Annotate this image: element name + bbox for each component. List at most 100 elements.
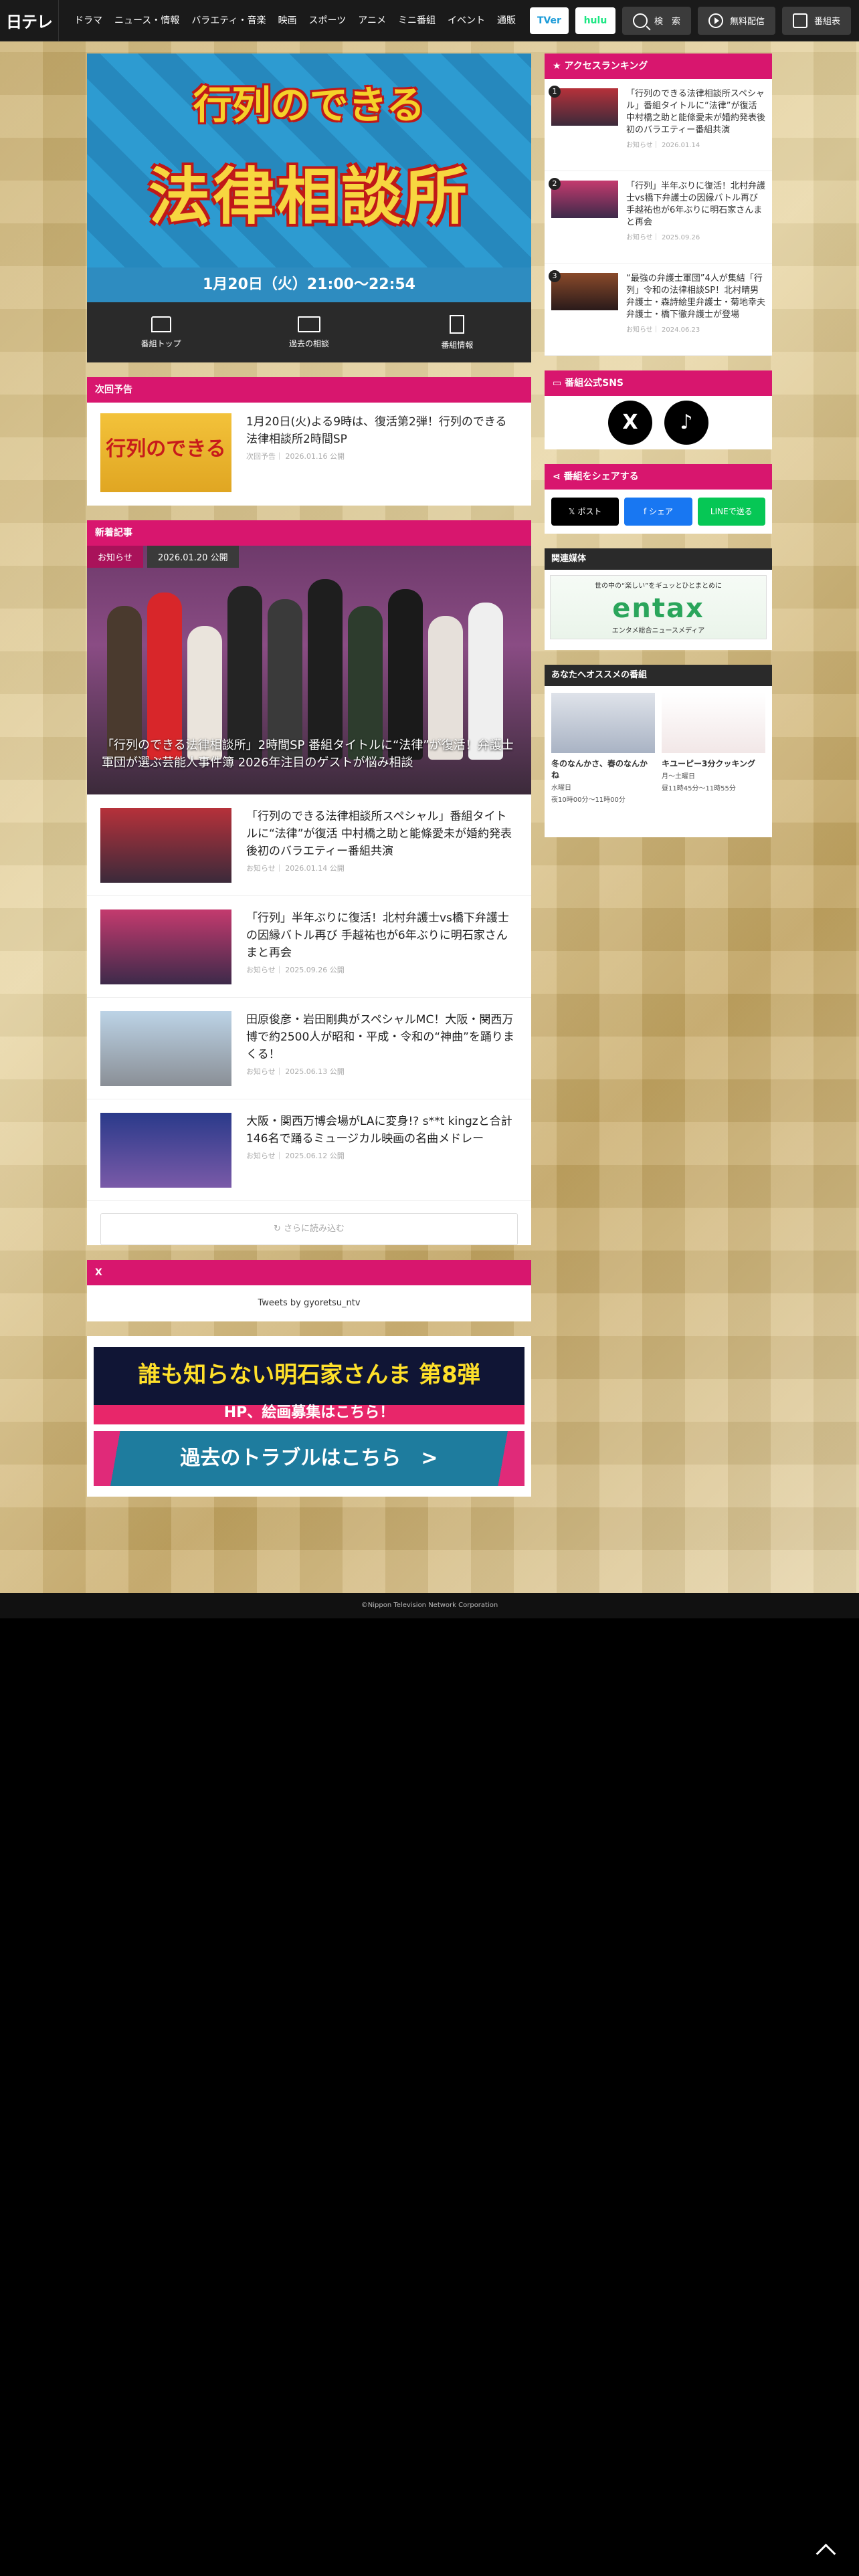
sanma-banner[interactable]: 誰も知らない明石家さんま 第8弾 HP、絵画募集はこちら！ xyxy=(94,1347,524,1424)
article-meta: お知らせ｜ 2025.09.26 公開 xyxy=(246,966,345,974)
home-icon xyxy=(151,316,171,332)
search-label: 検 索 xyxy=(654,17,680,27)
load-more-button[interactable]: ↻ さらに読み込む xyxy=(100,1213,518,1245)
photo-figure xyxy=(468,603,503,760)
featured-photo xyxy=(100,572,518,760)
photo-figure xyxy=(227,586,262,760)
nav-variety[interactable]: バラエティ・音楽 xyxy=(185,0,272,41)
article-title: 「行列のできる法律相談所スペシャル」番組タイトルに“法律”が復活 中村橋之助と能… xyxy=(246,810,512,858)
nav-drama[interactable]: ドラマ xyxy=(68,0,108,41)
featured-article[interactable]: お知らせ 2026.01.20 公開 「行列のできる法律相談所」2時間SP 番組… xyxy=(87,546,531,794)
recommend-item[interactable]: 冬のなんかさ、春のなんかね 水曜日 夜10時00分〜11時00分 xyxy=(551,693,655,831)
past-trouble-banner[interactable]: 過去のトラブルはこちら > xyxy=(94,1431,524,1486)
recommend-title: キユーピー3分クッキング xyxy=(662,759,755,768)
rank-number: 1 xyxy=(549,86,561,98)
book-icon xyxy=(297,316,320,332)
genre-nav: ドラマ ニュース・情報 バラエティ・音楽 映画 スポーツ アニメ ミニ番組 イベ… xyxy=(68,0,522,41)
hulu-button[interactable]: hulu xyxy=(575,7,615,34)
schedule-button[interactable]: 番組表 xyxy=(781,6,851,35)
facebook-share-button[interactable]: f シェア xyxy=(624,498,692,526)
share-icon: ⋖ xyxy=(553,471,561,482)
ntv-logo[interactable]: 日テレ xyxy=(0,0,59,41)
entax-caption: エンタメ総合ニュースメディア xyxy=(611,627,705,635)
nav-shopping[interactable]: 通販 xyxy=(491,0,522,41)
x-logo-icon[interactable]: X xyxy=(608,401,652,445)
line-share-button[interactable]: LINEで送る xyxy=(697,498,765,526)
recommend-title: 冬のなんかさ、春のなんかね xyxy=(551,759,648,780)
search-icon xyxy=(632,13,648,28)
article-title: 大阪・関西万博会場がLAに変身!? s**t kingzと合計146名で踊るミュ… xyxy=(246,1115,512,1146)
sns-heading: 番組公式SNS xyxy=(565,378,624,389)
nav-anime[interactable]: アニメ xyxy=(352,0,392,41)
tab-program-info[interactable]: 番組情報 xyxy=(383,302,531,362)
nav-mini[interactable]: ミニ番組 xyxy=(392,0,442,41)
tab-program-top[interactable]: 番組トップ xyxy=(87,302,235,362)
official-sns-panel: ▭ 番組公式SNS X ♪ xyxy=(545,370,772,449)
article-thumbnail xyxy=(100,1011,231,1086)
article-meta: お知らせ｜ 2026.01.14 公開 xyxy=(246,864,345,873)
rank-number: 2 xyxy=(549,178,561,190)
tver-button[interactable]: TVer xyxy=(529,7,569,34)
thumb-logo-text: 行列のできる xyxy=(106,437,226,461)
tiktok-logo-icon[interactable]: ♪ xyxy=(664,401,708,445)
article-row[interactable]: 大阪・関西万博会場がLAに変身!? s**t kingzと合計146名で踊るミュ… xyxy=(87,1099,531,1201)
recommend-thumbnail xyxy=(662,693,765,753)
search-button[interactable]: 検 索 xyxy=(622,6,691,35)
article-row[interactable]: 田原俊彦・岩田剛典がスペシャルMC！大阪・関西万博で約2500人が昭和・平成・令… xyxy=(87,998,531,1099)
panel-heading: 新着記事 xyxy=(87,520,531,546)
banner-title: 誰も知らない明石家さんま 第8弾 xyxy=(138,1362,480,1388)
recommend-time: 夜10時00分〜11時00分 xyxy=(551,796,626,804)
hero-title-main: 法律相談所 xyxy=(148,161,470,233)
ranking-meta: お知らせ｜ 2025.09.26 xyxy=(626,234,700,241)
article-meta: お知らせ｜ 2025.06.12 公開 xyxy=(246,1152,345,1160)
banner-subtitle: HP、絵画募集はこちら！ xyxy=(223,1404,395,1421)
x-timeline-link[interactable]: Tweets by gyoretsu_ntv xyxy=(87,1285,531,1321)
free-stream-button[interactable]: 無料配信 xyxy=(697,6,775,35)
panel-heading: ⋖ 番組をシェアする xyxy=(545,464,772,490)
next-episode-panel: 次回予告 行列のできる 1月20日(火)よる9時は、復活第2弾！行列のできる法律… xyxy=(87,377,531,506)
ranking-item[interactable]: 1 「行列のできる法律相談所スペシャル」番組タイトルに“法律”が復活 中村橋之助… xyxy=(545,79,772,171)
article-meta: お知らせ｜ 2025.06.13 公開 xyxy=(246,1067,345,1076)
nav-news[interactable]: ニュース・情報 xyxy=(108,0,185,41)
photo-figure xyxy=(268,599,302,760)
ranking-title: “最強の弁護士軍団”4人が集結「行列」令和の法律相談SP！北村晴男弁護士・森詩絵… xyxy=(626,274,766,320)
next-episode-meta: 次回予告｜ 2026.01.16 公開 xyxy=(246,452,345,461)
facebook-icon: f xyxy=(643,507,647,516)
article-thumbnail xyxy=(100,808,231,883)
nav-movie[interactable]: 映画 xyxy=(272,0,302,41)
x-icon: 𝕏 xyxy=(568,507,575,516)
entax-banner[interactable]: 世の中の“楽しい”をギュッとひとまとめに entax エンタメ総合ニュースメディ… xyxy=(550,575,767,639)
nav-event[interactable]: イベント xyxy=(442,0,491,41)
article-date: 2026.01.20 公開 xyxy=(147,546,239,568)
ranking-item[interactable]: 3 “最強の弁護士軍団”4人が集結「行列」令和の法律相談SP！北村晴男弁護士・森… xyxy=(545,263,772,356)
recommend-thumbnail xyxy=(551,693,655,753)
recommend-item[interactable]: キユーピー3分クッキング 月〜土曜日 昼11時45分〜11時55分 xyxy=(662,693,765,831)
related-media-panel: 関連媒体 世の中の“楽しい”をギュッとひとまとめに entax エンタメ総合ニュ… xyxy=(545,548,772,650)
panel-heading: あなたへオススメの番組 xyxy=(545,665,772,686)
article-row[interactable]: 「行列のできる法律相談所スペシャル」番組タイトルに“法律”が復活 中村橋之助と能… xyxy=(87,794,531,896)
photo-figure xyxy=(147,593,182,760)
tab-past-consults[interactable]: 過去の相談 xyxy=(235,302,383,362)
schedule-label: 番組表 xyxy=(814,17,840,27)
article-category: お知らせ xyxy=(87,546,143,568)
ranking-item[interactable]: 2 「行列」半年ぶりに復活！北村弁護士vs橋下弁護士の因縁バトル再び 手越祐也が… xyxy=(545,171,772,263)
share-heading: 番組をシェアする xyxy=(563,471,639,482)
article-row[interactable]: 「行列」半年ぶりに復活！北村弁護士vs橋下弁護士の因縁バトル再び 手越祐也が6年… xyxy=(87,896,531,998)
tab-label: 番組トップ xyxy=(140,338,181,348)
x-post-button[interactable]: 𝕏 ポスト xyxy=(551,498,619,526)
free-stream-label: 無料配信 xyxy=(729,17,765,27)
facebook-share-label: シェア xyxy=(649,507,674,516)
back-to-top-icon[interactable] xyxy=(809,2541,843,2561)
copyright: ©Nippon Television Network Corporation xyxy=(0,1593,859,1618)
recommend-day: 月〜土曜日 xyxy=(662,773,695,780)
panel-heading: ▭ 番組公式SNS xyxy=(545,370,772,396)
banner-area: 誰も知らない明石家さんま 第8弾 HP、絵画募集はこちら！ 過去のトラブルはこち… xyxy=(87,1336,531,1497)
ranking-title: 「行列のできる法律相談所スペシャル」番組タイトルに“法律”が復活 中村橋之助と能… xyxy=(626,89,766,135)
related-media-body: 世の中の“楽しい”をギュッとひとまとめに entax エンタメ総合ニュースメディ… xyxy=(545,570,772,650)
entax-tagline: 世の中の“楽しい”をギュッとひとまとめに xyxy=(594,582,723,590)
next-episode-item[interactable]: 行列のできる 1月20日(火)よる9時は、復活第2弾！行列のできる法律相談所2時… xyxy=(87,403,531,506)
nav-sports[interactable]: スポーツ xyxy=(302,0,352,41)
x-timeline-panel: X Tweets by gyoretsu_ntv xyxy=(87,1260,531,1321)
recommend-time: 昼11時45分〜11時55分 xyxy=(662,785,736,792)
recommend-panel: あなたへオススメの番組 冬のなんかさ、春のなんかね 水曜日 夜10時00分〜11… xyxy=(545,665,772,837)
